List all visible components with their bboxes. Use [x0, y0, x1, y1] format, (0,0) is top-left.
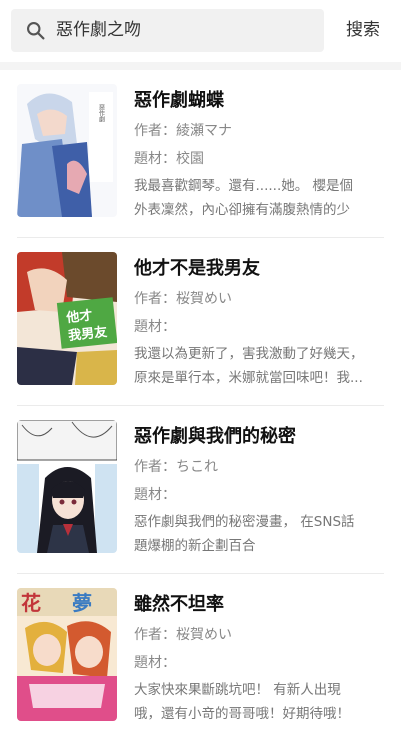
header-bar: 惡作劇之吻 搜索 [0, 0, 401, 62]
comic-genre: 題材： [134, 319, 176, 335]
list-item[interactable]: 他才 我男友 他才不是我男友 作者：桜賀めい 題材： 我還以為更新了，害我激動了… [0, 238, 401, 406]
comic-title: 他才不是我男友 [134, 258, 260, 279]
search-query: 惡作劇之吻 [56, 20, 141, 40]
cover-image: 花 夢 [17, 588, 117, 721]
svg-text:夢: 夢 [72, 591, 92, 615]
svg-text:他才: 他才 [65, 307, 94, 326]
comic-genre: 題材： [134, 487, 176, 503]
comic-description: 我還以為更新了，害我激動了好幾天，原來是單行本，米娜就當回味吧！我... [134, 346, 364, 386]
comic-description: 我最喜歡鋼琴。還有......她。 櫻是個外表凜然，內心卻擁有滿腹熱情的少女..… [134, 178, 354, 218]
comic-description: 大家快來果斷跳坑吧！ 有新人出現哦，還有小竒的哥哥哦！好期待哦！ [134, 682, 350, 722]
comic-author: 作者：桜賀めい [134, 627, 232, 643]
search-button[interactable]: 搜索 [338, 9, 388, 52]
search-input[interactable]: 惡作劇之吻 [11, 9, 324, 52]
cover-image: 他才 我男友 [17, 252, 117, 385]
list-item[interactable]: 惡作劇與我們的秘密 作者：ちこれ 題材： 惡作劇與我們的秘密漫畫， 在SNS話題… [0, 406, 401, 574]
section-divider [0, 62, 401, 70]
comic-author: 作者：ちこれ [134, 459, 218, 475]
result-list: 惡作劇 惡作劇蝴蝶 作者：綾瀬マナ 題材：校園 我最喜歡鋼琴。還有......她… [0, 70, 401, 742]
comic-author: 作者：綾瀬マナ [134, 123, 232, 139]
comic-genre: 題材：校園 [134, 151, 204, 167]
comic-genre: 題材： [134, 655, 176, 671]
comic-title: 惡作劇蝴蝶 [134, 90, 224, 111]
svg-text:花: 花 [21, 591, 41, 615]
comic-author: 作者：桜賀めい [134, 291, 232, 307]
list-item[interactable]: 惡作劇 惡作劇蝴蝶 作者：綾瀬マナ 題材：校園 我最喜歡鋼琴。還有......她… [0, 70, 401, 238]
list-item[interactable]: 花 夢 雖然不坦率 作者：桜賀めい 題材： 大家快來果斷跳坑吧！ 有新人出現哦，… [0, 574, 401, 742]
comic-description: 惡作劇與我們的秘密漫畫， 在SNS話題爆棚的新企劃百合 [134, 514, 355, 554]
search-icon [27, 22, 45, 40]
cover-image [17, 420, 117, 553]
comic-title: 雖然不坦率 [134, 594, 224, 615]
svg-text:惡作劇: 惡作劇 [98, 104, 105, 123]
cover-image: 惡作劇 [17, 84, 117, 217]
comic-title: 惡作劇與我們的秘密 [134, 426, 296, 447]
